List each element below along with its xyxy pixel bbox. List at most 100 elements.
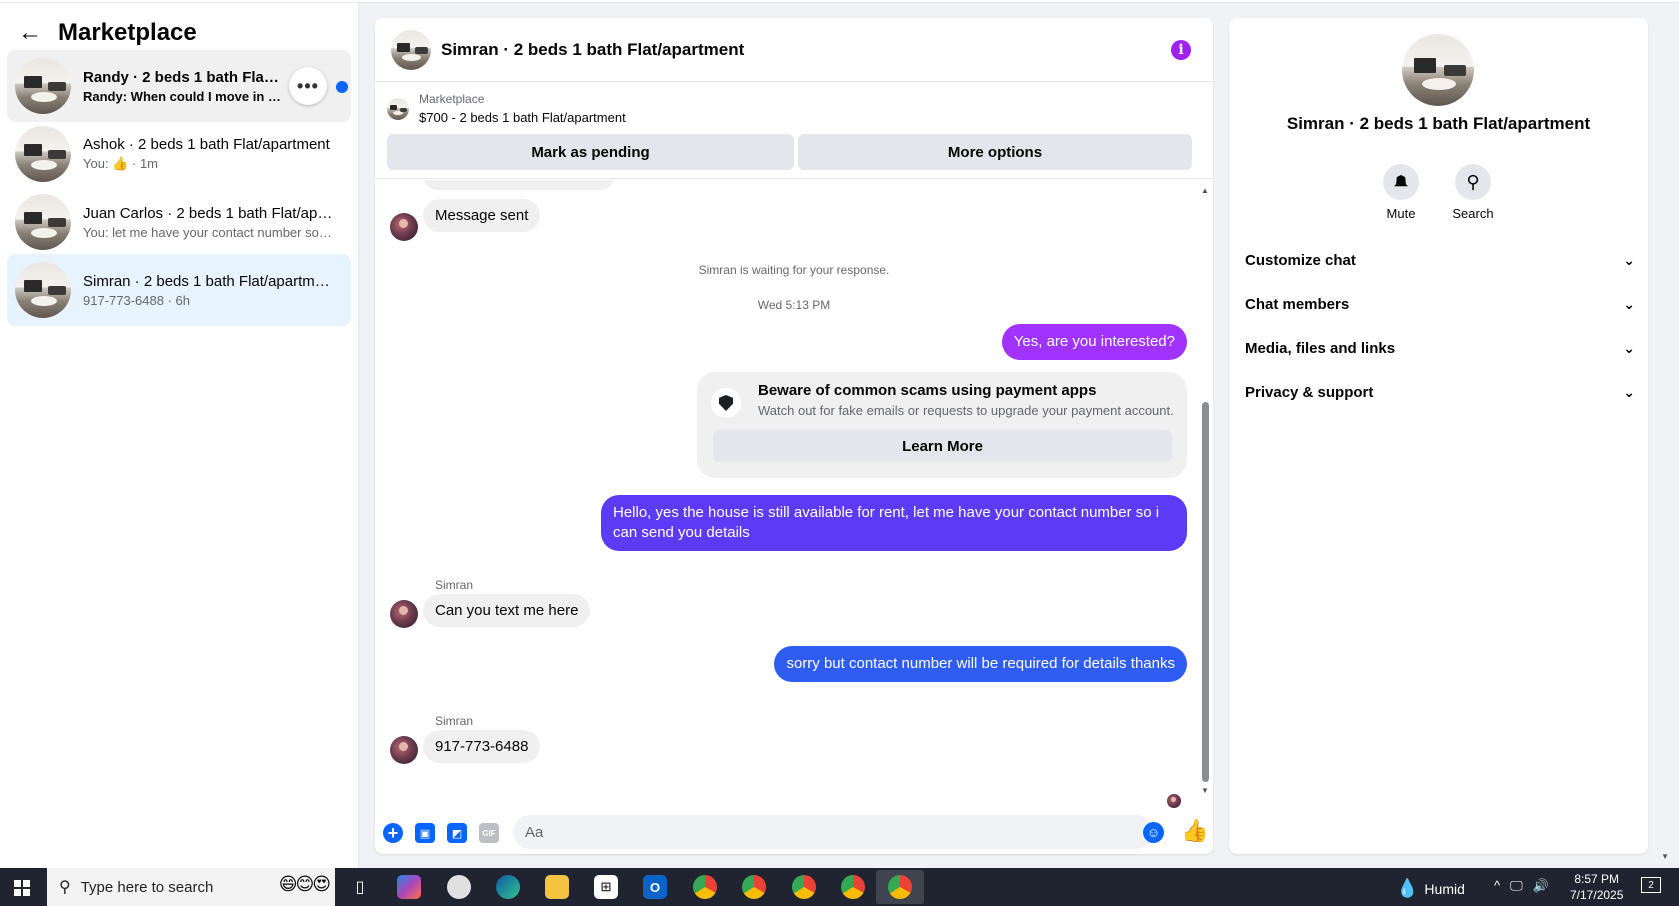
message-input[interactable]	[513, 815, 1153, 849]
conversation-sidebar: ← Marketplace Randy · 2 beds 1 bath Flat…	[0, 3, 359, 868]
scroll-down-arrow-icon[interactable]: ▼	[1201, 786, 1209, 795]
mute-action[interactable]: Mute	[1371, 164, 1431, 221]
taskbar-clock[interactable]: 8:57 PM 7/17/2025	[1570, 871, 1623, 903]
network-icon[interactable]: 🖵	[1510, 878, 1523, 894]
back-arrow-icon[interactable]: ←	[18, 21, 42, 45]
chat-listing-thumbnail[interactable]	[391, 29, 431, 70]
outgoing-message-3: sorry but contact number will be require…	[774, 646, 1187, 682]
row-label: Chat members	[1245, 295, 1350, 313]
conversation-item-randy[interactable]: Randy · 2 beds 1 bath Flat/apartment Ran…	[7, 50, 351, 122]
privacy-support-row[interactable]: Privacy & support ⌄	[1245, 372, 1635, 412]
incoming-message-1: Can you text me here	[423, 594, 591, 627]
message-sent-bubble: Message sent	[423, 199, 541, 232]
scam-warning-title: Beware of common scams using payment app…	[758, 382, 1097, 399]
chevron-up-icon[interactable]: ^	[1494, 878, 1500, 894]
scroll-thumb[interactable]	[1202, 402, 1209, 782]
more-options-button[interactable]: More options	[798, 134, 1192, 170]
file-explorer-icon[interactable]	[545, 875, 569, 899]
taskbar-search-box[interactable]: ⚲ Type here to search 😄😊😍	[47, 868, 335, 906]
sender-name: Simran	[435, 578, 474, 592]
volume-icon[interactable]: 🔊	[1533, 878, 1549, 894]
weather-label: Humid	[1424, 880, 1465, 897]
thumbs-up-icon[interactable]: 👍	[1181, 818, 1208, 844]
message-timestamp: Wed 5:13 PM	[757, 298, 831, 312]
chat-title[interactable]: Simran · 2 beds 1 bath Flat/apartment	[441, 40, 744, 60]
message-sent-label: Message sent	[435, 207, 529, 224]
listing-label: Marketplace	[419, 92, 485, 106]
chrome-profile-icon[interactable]	[841, 875, 865, 899]
windows-taskbar: ⚲ Type here to search 😄😊😍 ▯ ⊞ O 💧 Humid …	[0, 868, 1679, 906]
conversation-title: Randy · 2 beds 1 bath Flat/apartment	[83, 68, 283, 86]
task-view-icon[interactable]: ▯	[348, 875, 372, 899]
customize-chat-row[interactable]: Customize chat ⌄	[1245, 240, 1635, 280]
chrome-profile-icon[interactable]	[742, 875, 766, 899]
emoji-icon[interactable]: ☺	[1143, 822, 1164, 843]
header-divider	[375, 178, 1213, 179]
message-list: Message sent Simran is waiting for your …	[375, 180, 1213, 812]
simran-avatar	[390, 213, 418, 241]
conversation-item-ashok[interactable]: Ashok · 2 beds 1 bath Flat/apartment You…	[7, 118, 351, 190]
row-label: Privacy & support	[1245, 383, 1374, 401]
mute-label: Mute	[1386, 206, 1416, 221]
message-bubble-partial	[423, 180, 615, 190]
conversation-preview: You: let me have your contact number so …	[83, 224, 333, 240]
listing-price: $700 - 2 beds 1 bath Flat/apartment	[419, 110, 626, 125]
outlook-icon[interactable]: O	[643, 875, 667, 899]
search-action[interactable]: ⚲ Search	[1443, 164, 1503, 221]
mark-as-pending-button[interactable]: Mark as pending	[387, 134, 794, 170]
conversation-preview: Randy: When could I move in ?? · 1m	[83, 88, 283, 104]
search-label: Search	[1452, 206, 1494, 221]
plus-icon[interactable]: +	[383, 823, 403, 843]
shield-icon	[711, 388, 741, 418]
panel-listing-thumbnail	[1402, 34, 1474, 106]
scroll-up-arrow-icon[interactable]: ▲	[1201, 186, 1209, 195]
conversation-title: Juan Carlos · 2 beds 1 bath Flat/apartme…	[83, 204, 333, 222]
learn-more-button[interactable]: Learn More	[713, 430, 1172, 462]
sender-name: Simran	[435, 714, 474, 728]
outgoing-message-2: Hello, yes the house is still available …	[601, 495, 1187, 551]
waiting-notice: Simran is waiting for your response.	[698, 263, 890, 277]
conversation-item-juan-carlos[interactable]: Juan Carlos · 2 beds 1 bath Flat/apartme…	[7, 186, 351, 258]
edge-browser-icon[interactable]	[496, 875, 520, 899]
chevron-down-icon: ⌄	[1623, 295, 1635, 312]
system-tray: ^ 🖵 🔊	[1494, 878, 1549, 894]
chat-window: Simran · 2 beds 1 bath Flat/apartment i …	[375, 18, 1213, 854]
taskbar-search-placeholder: Type here to search	[80, 878, 214, 896]
page-scroll-down-arrow-icon[interactable]: ▼	[1661, 852, 1669, 861]
conversation-item-simran[interactable]: Simran · 2 beds 1 bath Flat/apartment 91…	[7, 254, 351, 326]
search-icon[interactable]: ⚲	[1455, 164, 1491, 200]
media-files-links-row[interactable]: Media, files and links ⌄	[1245, 328, 1635, 368]
chat-header: Simran · 2 beds 1 bath Flat/apartment i	[375, 18, 1213, 82]
message-scrollbar[interactable]: ▲ ▼	[1201, 186, 1209, 800]
listing-thumbnail	[15, 58, 71, 114]
weather-widget[interactable]: 💧 Humid	[1396, 878, 1465, 899]
more-options-icon[interactable]: •••	[289, 67, 327, 105]
sidebar-header: ← Marketplace	[18, 17, 197, 49]
listing-thumbnail	[15, 126, 71, 182]
row-label: Customize chat	[1245, 251, 1356, 269]
gif-icon[interactable]: GIF	[479, 823, 499, 843]
chevron-down-icon: ⌄	[1623, 251, 1635, 268]
preview-suffix: · 1m	[132, 156, 158, 171]
chrome-profile-icon[interactable]	[792, 875, 816, 899]
info-icon[interactable]: i	[1171, 40, 1191, 60]
listing-thumbnail	[15, 194, 71, 250]
paint-icon[interactable]	[447, 875, 471, 899]
simran-avatar	[390, 600, 418, 628]
windows-start-icon[interactable]	[14, 880, 30, 896]
photo-icon[interactable]: ▣	[415, 823, 435, 843]
chrome-icon[interactable]	[693, 875, 717, 899]
clock-date: 7/17/2025	[1570, 888, 1624, 902]
scam-warning-card: Beware of common scams using payment app…	[697, 372, 1187, 478]
copilot-icon[interactable]	[397, 875, 421, 899]
listing-summary[interactable]: Marketplace $700 - 2 beds 1 bath Flat/ap…	[387, 92, 626, 125]
conversation-title: Ashok · 2 beds 1 bath Flat/apartment	[83, 136, 330, 153]
bell-icon[interactable]	[1383, 164, 1419, 200]
chrome-active-window-icon[interactable]	[876, 870, 924, 904]
sticker-icon[interactable]: ◩	[447, 823, 467, 843]
read-receipt-avatar	[1167, 794, 1181, 808]
chat-members-row[interactable]: Chat members ⌄	[1245, 284, 1635, 324]
microsoft-store-icon[interactable]: ⊞	[594, 875, 618, 899]
notification-icon[interactable]: 2	[1641, 877, 1661, 893]
message-composer: + ▣ ◩ GIF ☺ 👍	[375, 812, 1213, 854]
